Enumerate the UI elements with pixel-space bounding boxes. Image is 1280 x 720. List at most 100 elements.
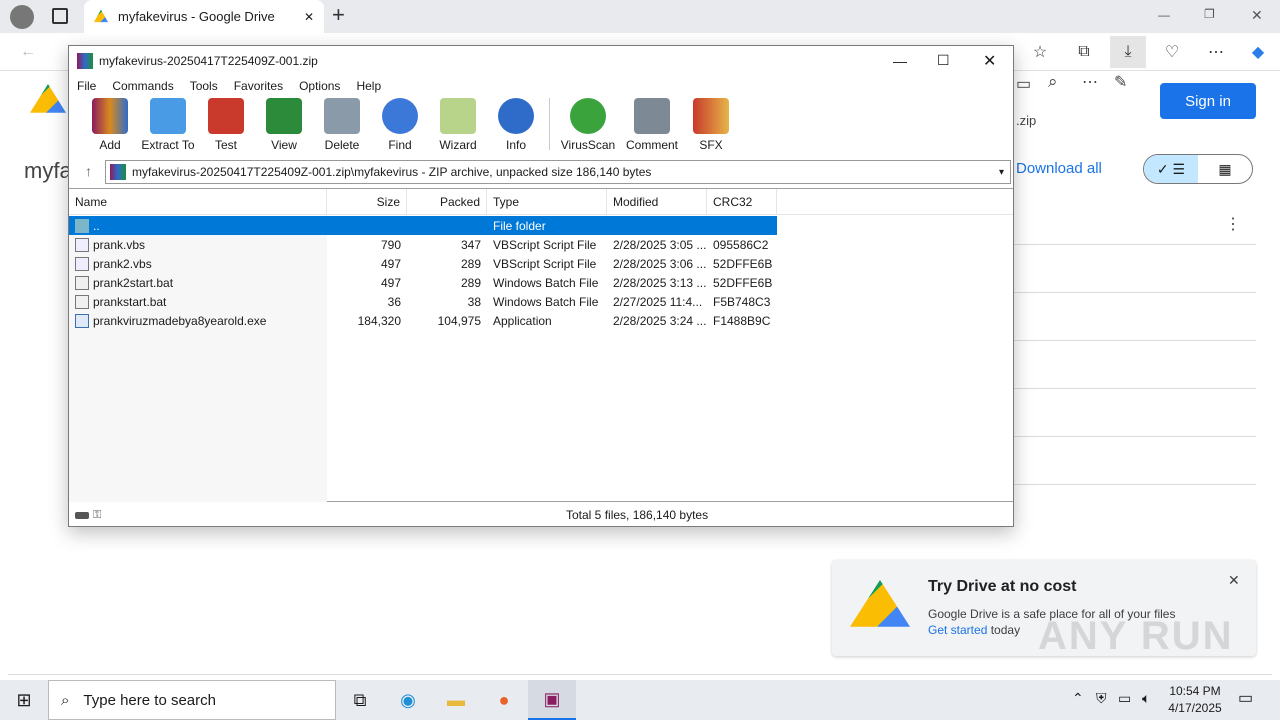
clock[interactable]: 10:54 PM 4/17/2025 xyxy=(1166,683,1224,717)
divider xyxy=(1014,244,1256,245)
pin-icon[interactable]: ✎ xyxy=(1114,72,1127,92)
clock-time: 10:54 PM xyxy=(1169,684,1221,698)
profile-icon[interactable] xyxy=(10,5,34,29)
add-icon xyxy=(92,98,128,134)
notification-icon[interactable]: ▭ xyxy=(1238,688,1253,708)
drive-status-icon xyxy=(75,511,89,519)
table-row[interactable]: .. File folder xyxy=(69,216,777,235)
try-drive-popup: Try Drive at no cost Google Drive is a s… xyxy=(832,560,1256,658)
tab-actions-icon[interactable] xyxy=(52,8,68,24)
col-name[interactable]: Name xyxy=(69,189,327,214)
tray-security-icon[interactable]: ⛨ xyxy=(1096,690,1107,707)
winrar-minimize-button[interactable]: — xyxy=(893,53,907,69)
more-icon[interactable]: ⋯ xyxy=(1200,36,1232,68)
script-file-icon xyxy=(75,256,89,271)
address-dropdown-icon[interactable]: ▾ xyxy=(999,167,1010,178)
browser-tab[interactable]: myfakevirus - Google Drive ✕ xyxy=(84,0,324,33)
sfx-button[interactable]: SFX xyxy=(682,98,740,156)
trash-icon xyxy=(324,98,360,134)
downloads-icon[interactable]: ⤓ xyxy=(1110,36,1146,68)
tray-chevron-icon[interactable]: ⌃ xyxy=(1072,690,1084,707)
col-size[interactable]: Size xyxy=(327,189,407,214)
popup-close-button[interactable]: ✕ xyxy=(1228,572,1240,589)
col-type[interactable]: Type xyxy=(487,189,607,214)
back-icon[interactable]: ← xyxy=(12,36,44,68)
info-button[interactable]: Info xyxy=(487,98,545,156)
grid-view-button[interactable]: ▦ xyxy=(1198,155,1252,183)
tab-title: myfakevirus - Google Drive xyxy=(118,9,275,24)
favorites-icon[interactable]: ☆ xyxy=(1024,36,1056,68)
view-button[interactable]: View xyxy=(255,98,313,156)
search-icon[interactable]: ⌕ xyxy=(1048,72,1058,92)
taskbar-search[interactable]: ⌕ Type here to search xyxy=(48,680,336,720)
folder-icon[interactable]: ▭ xyxy=(1016,74,1031,94)
winrar-toolbar: Add Extract To Test View Delete Find Wiz… xyxy=(69,98,1013,156)
table-row[interactable]: prank2.vbs 497 289 VBScript Script File … xyxy=(69,254,1013,273)
start-button[interactable]: ⊞ xyxy=(0,680,48,720)
info-icon xyxy=(498,98,534,134)
get-started-link[interactable]: Get started xyxy=(928,623,987,637)
drive-folder-title: myfa xyxy=(24,158,72,183)
firefox-icon[interactable]: ● xyxy=(480,680,528,720)
table-row[interactable]: prankviruzmadebya8yearold.exe 184,320 10… xyxy=(69,311,1013,330)
winrar-maximize-button[interactable]: ☐ xyxy=(937,52,950,69)
row-menu-icon[interactable]: ⋮ xyxy=(1225,214,1241,234)
menu-commands[interactable]: Commands xyxy=(112,76,181,96)
tray-volume-icon[interactable]: 🔈︎ xyxy=(1142,690,1150,707)
popup-title: Try Drive at no cost xyxy=(928,578,1077,595)
new-tab-button[interactable]: + xyxy=(332,2,345,28)
edge-icon[interactable]: ◉ xyxy=(384,680,432,720)
add-button[interactable]: Add xyxy=(81,98,139,156)
clock-date: 4/17/2025 xyxy=(1168,701,1222,715)
view-toggle: ✓ ☰ ▦ xyxy=(1143,154,1253,184)
col-modified[interactable]: Modified xyxy=(607,189,707,214)
divider xyxy=(1014,388,1256,389)
taskbar-search-placeholder: Type here to search xyxy=(83,691,216,709)
col-packed[interactable]: Packed xyxy=(407,189,487,214)
up-arrow-icon[interactable]: ↑ xyxy=(85,163,92,179)
winrar-taskbar-icon[interactable]: ▣ xyxy=(528,680,576,720)
winrar-app-icon xyxy=(77,53,93,69)
popup-link-tail: today xyxy=(990,623,1021,637)
comment-icon xyxy=(634,98,670,134)
file-explorer-icon[interactable]: ▬ xyxy=(432,680,480,720)
virusscan-button[interactable]: VirusScan xyxy=(554,98,622,156)
download-all-link[interactable]: Download all xyxy=(1016,160,1102,177)
extract-to-button[interactable]: Extract To xyxy=(139,98,197,156)
window-close-button[interactable]: ✕ xyxy=(1251,7,1263,24)
table-row[interactable]: prank2start.bat 497 289 Windows Batch Fi… xyxy=(69,273,1013,292)
divider xyxy=(1014,340,1256,341)
archive-icon xyxy=(110,164,126,180)
menu-favorites[interactable]: Favorites xyxy=(234,76,291,96)
menu-tools[interactable]: Tools xyxy=(190,76,226,96)
task-view-icon[interactable]: ⧉ xyxy=(336,680,384,720)
winrar-close-button[interactable]: ✕ xyxy=(983,51,996,71)
more-options-icon[interactable]: ⋯ xyxy=(1082,72,1098,92)
wizard-button[interactable]: Wizard xyxy=(429,98,487,156)
address-bar: ↑ myfakevirus-20250417T225409Z-001.zip\m… xyxy=(73,160,1011,184)
col-crc32[interactable]: CRC32 xyxy=(707,189,777,214)
key-status-icon: ⚿ xyxy=(93,508,102,521)
menu-file[interactable]: File xyxy=(77,76,104,96)
copilot-icon[interactable]: ◆ xyxy=(1242,36,1274,68)
delete-button[interactable]: Delete xyxy=(313,98,371,156)
table-row[interactable]: prank.vbs 790 347 VBScript Script File 2… xyxy=(69,235,1013,254)
menu-options[interactable]: Options xyxy=(299,76,348,96)
extensions-icon[interactable]: ♡ xyxy=(1156,36,1188,68)
menu-help[interactable]: Help xyxy=(356,76,389,96)
find-button[interactable]: Find xyxy=(371,98,429,156)
collections-icon[interactable]: ⧉ xyxy=(1068,36,1100,68)
window-minimize-button[interactable]: — xyxy=(1158,8,1170,22)
tray-network-icon[interactable]: ▭ xyxy=(1118,690,1131,707)
address-box[interactable]: myfakevirus-20250417T225409Z-001.zip\myf… xyxy=(105,160,1011,184)
winrar-titlebar: myfakevirus-20250417T225409Z-001.zip — ☐… xyxy=(69,46,1013,76)
test-button[interactable]: Test xyxy=(197,98,255,156)
sign-in-button[interactable]: Sign in xyxy=(1160,83,1256,119)
list-view-button[interactable]: ✓ ☰ xyxy=(1144,155,1198,183)
script-file-icon xyxy=(75,237,89,252)
table-row[interactable]: prankstart.bat 36 38 Windows Batch File … xyxy=(69,292,1013,311)
comment-button[interactable]: Comment xyxy=(622,98,682,156)
tab-close-icon[interactable]: ✕ xyxy=(304,10,314,24)
window-restore-button[interactable]: ❐ xyxy=(1204,7,1215,21)
bug-icon xyxy=(570,98,606,134)
